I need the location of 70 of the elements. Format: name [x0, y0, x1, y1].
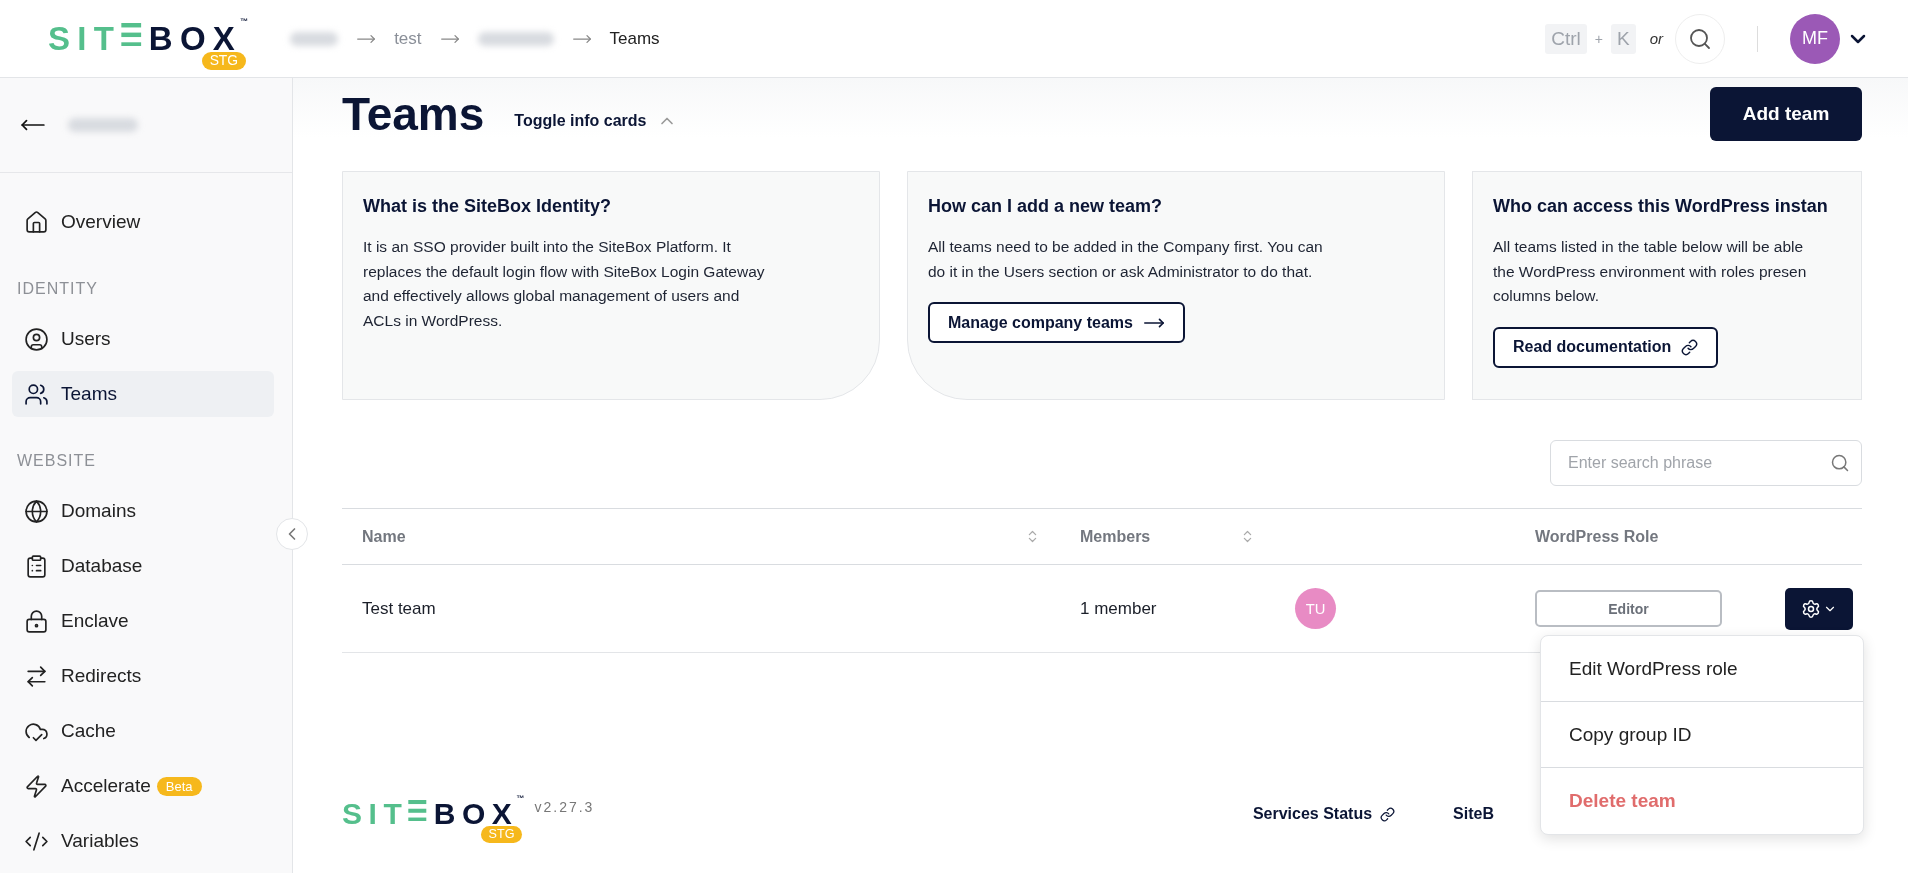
- card-button[interactable]: Manage company teams: [928, 302, 1185, 343]
- table-cell-text: Test team: [361, 598, 437, 619]
- section-label: WEBSITE: [16, 451, 97, 471]
- sidebar-item[interactable]: Redirects: [12, 653, 274, 699]
- table-cell-text: 1 member: [1079, 598, 1158, 619]
- column-header: Members: [1080, 527, 1151, 546]
- section-label: IDENTITY: [16, 279, 99, 299]
- plus-sign: +: [1594, 30, 1603, 47]
- card-text: All teams listed in the table below will be able the WordPress environment with roles presen columns below.: [1493, 237, 1808, 306]
- environment-badge: STG: [480, 825, 523, 843]
- environment-badge: STG: [201, 52, 247, 70]
- column-header: Name: [362, 527, 406, 546]
- logo-text: BOX: [148, 22, 243, 55]
- sidebar-item[interactable]: Teams: [12, 371, 274, 417]
- lightning-icon: [24, 773, 49, 799]
- collapse-button[interactable]: [276, 518, 308, 550]
- sidebar-item[interactable]: Enclave: [12, 598, 274, 644]
- search-icon: [1830, 453, 1850, 473]
- card-text: It is an SSO provider built into the SiteBox Platform. It replaces the default login flow with SiteBox Login Gateway and effectively allows global management of users and ACLs in WordPress.: [363, 237, 766, 331]
- trademark-sign: ™: [516, 795, 525, 803]
- sidebar-item[interactable]: Overview: [12, 199, 274, 245]
- link-icon: [1681, 338, 1699, 356]
- people-icon: [24, 381, 49, 407]
- sidebar-item[interactable]: Cache: [12, 708, 274, 754]
- search-field[interactable]: Enter search phrase: [1550, 440, 1862, 486]
- card-title: How can I add a new team?: [928, 196, 1164, 217]
- keyboard-key: K: [1610, 23, 1636, 54]
- page-title: Teams: [342, 87, 485, 141]
- card-title: Who can access this WordPress instan: [1493, 196, 1829, 217]
- sidebar-item[interactable]: Database: [12, 543, 274, 589]
- globe-icon: [24, 498, 49, 524]
- sidebar-item[interactable]: Users: [12, 316, 274, 362]
- sidebar-item[interactable]: Variables: [12, 818, 274, 864]
- link-icon: [1380, 806, 1396, 822]
- blurred-text: [290, 31, 339, 46]
- version-text: v2.27.3: [534, 799, 595, 815]
- search-icon: [1688, 26, 1712, 51]
- sidebar-item[interactable]: Domains: [12, 488, 274, 534]
- card-text: All teams need to be added in the Company first. You can do it in the Users section or ask Administrator to do that.: [928, 237, 1324, 282]
- card-title: What is the SiteBox Identity?: [363, 196, 613, 217]
- search-button[interactable]: [1675, 13, 1725, 64]
- lock-icon: [24, 608, 49, 634]
- gear-icon: [1801, 598, 1821, 619]
- blurred-text: [68, 118, 138, 132]
- footer-link[interactable]: SiteB: [1453, 805, 1494, 823]
- logo-text: SIT: [342, 799, 409, 829]
- add-team-button[interactable]: Add team: [1710, 87, 1862, 141]
- sidebar-item[interactable]: Accelerate Beta: [12, 763, 274, 809]
- keyboard-key: Ctrl: [1545, 23, 1587, 54]
- card-button[interactable]: Read documentation: [1493, 326, 1719, 368]
- column-header: WordPress Role: [1535, 527, 1659, 546]
- settings-button[interactable]: [1785, 587, 1853, 630]
- logo-bars-icon: [408, 799, 428, 822]
- user-icon: [24, 326, 49, 352]
- menu-item[interactable]: Edit WordPress role: [1541, 636, 1863, 702]
- menu-item[interactable]: Copy group ID: [1541, 702, 1863, 768]
- toggle-info-cards[interactable]: Toggle info cards: [508, 110, 683, 132]
- footer-link[interactable]: Services Status: [1252, 805, 1396, 823]
- user-avatar[interactable]: MF: [1790, 13, 1840, 64]
- member-avatar: TU: [1295, 588, 1336, 629]
- breadcrumb-link[interactable]: Teams: [609, 28, 660, 49]
- clipboard-icon: [24, 553, 49, 579]
- logo-bars-icon: [121, 22, 142, 47]
- house-icon: [24, 209, 49, 235]
- logo-text: SIT: [48, 22, 122, 55]
- or-text: or: [1649, 30, 1663, 47]
- trademark-sign: ™: [240, 18, 249, 26]
- role-button[interactable]: Editor: [1535, 590, 1722, 627]
- arrows-icon: [24, 663, 49, 689]
- beta-badge: Beta: [156, 776, 202, 796]
